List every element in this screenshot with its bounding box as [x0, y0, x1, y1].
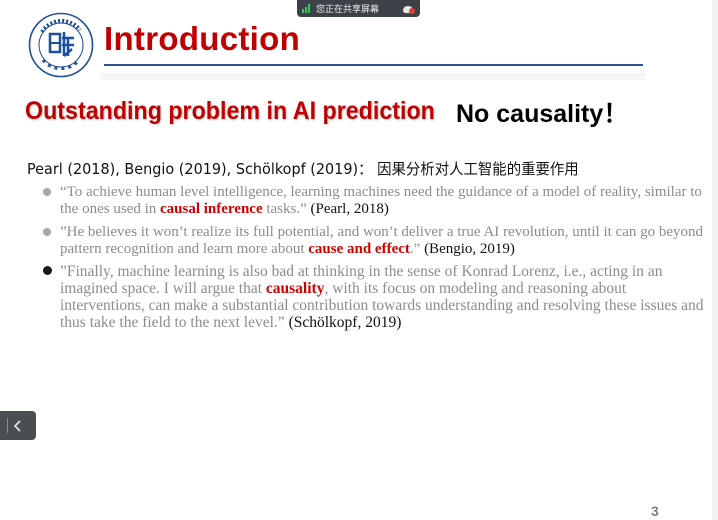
- section-heading: Outstanding problem in AI prediction: [25, 97, 435, 125]
- quote-pearl: “To achieve human level intelligence, le…: [43, 184, 710, 217]
- title-divider: [104, 64, 643, 66]
- screen-share-status: 您正在共享屏幕: [316, 5, 380, 15]
- bullet-icon: [43, 188, 51, 196]
- key-message: No causality！: [456, 100, 629, 128]
- stop-share-icon[interactable]: [403, 4, 415, 14]
- window-edge: [712, 0, 718, 520]
- citation: (Schölkopf, 2019): [288, 314, 402, 331]
- previous-slide-button[interactable]: [0, 411, 36, 440]
- quote-bengio: ”He believes it won’t realize its full p…: [43, 224, 710, 257]
- screen-share-bar[interactable]: 您正在共享屏幕: [297, 0, 420, 17]
- highlight-causality: causality: [265, 280, 325, 297]
- slide-title: Introduction: [104, 20, 301, 57]
- chevron-left-icon: [13, 419, 21, 432]
- citation: (Bengio, 2019): [424, 240, 515, 257]
- bullet-icon: [43, 228, 51, 236]
- decorative-band: [100, 73, 645, 80]
- references-line: Pearl (2018), Bengio (2019), Schölkopf (…: [27, 160, 579, 178]
- fudan-university-logo: [28, 12, 94, 78]
- page-number: 3: [651, 503, 659, 519]
- quote-scholkopf: ”Finally, machine learning is also bad a…: [43, 263, 710, 331]
- citation: (Pearl, 2018): [310, 200, 389, 217]
- highlight-cause-and-effect: cause and effect: [308, 240, 410, 257]
- bullet-icon: [43, 266, 52, 275]
- signal-bars-icon: [302, 4, 310, 13]
- highlight-causal-inference: causal inference: [159, 200, 263, 217]
